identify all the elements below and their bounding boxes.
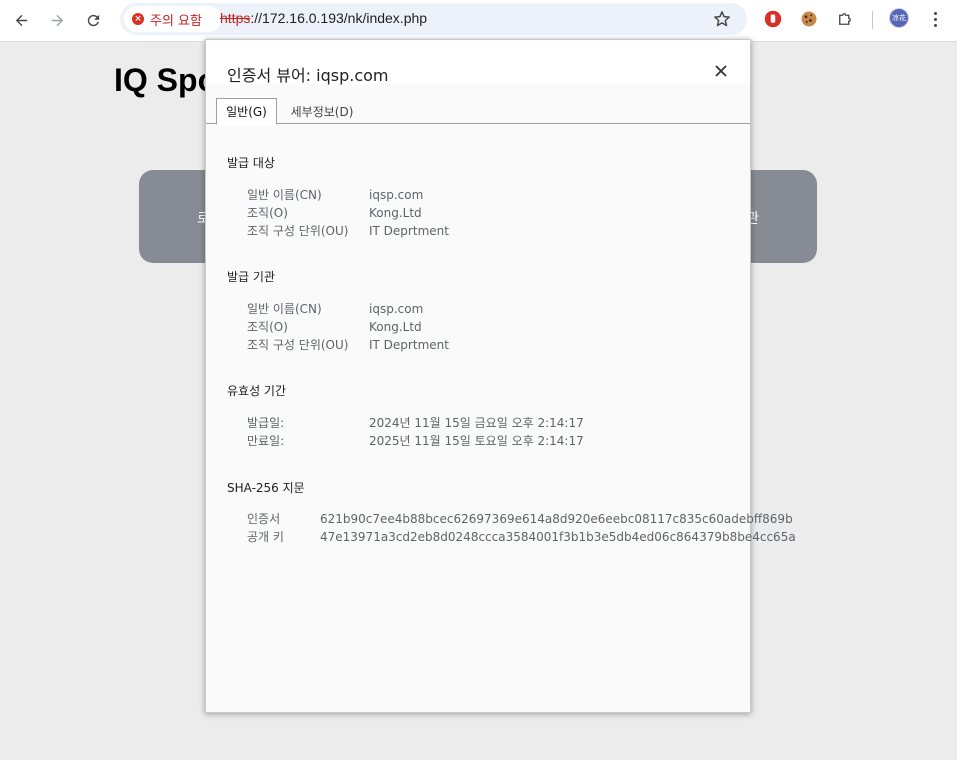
row-value: IT Deprtment [369,338,449,352]
page-title: IQ Spo [114,62,218,98]
toolbar-divider [872,11,873,29]
row-value: iqsp.com [369,188,424,202]
row-value: 2024년 11월 15일 금요일 오후 2:14:17 [369,416,584,430]
tab-general[interactable]: 일반(G) [216,98,277,125]
url-rest: ://172.16.0.193/nk/index.php [250,10,428,26]
close-icon [715,65,727,77]
url-scheme: https [220,10,251,26]
row-value: Kong.Ltd [369,320,422,334]
puzzle-icon[interactable] [835,9,855,29]
validity-heading: 유효성 기간 [227,384,287,398]
forward-icon [51,14,63,26]
issued-by-row: 조직 구성 단위(OU) IT Deprtment [247,336,449,353]
row-value: 621b90c7ee4b88bcec62697369e614a8d920e6ee… [320,512,793,526]
validity-row: 발급일: 2024년 11월 15일 금요일 오후 2:14:17 [247,414,584,431]
issued-to-row: 일반 이름(CN) iqsp.com [247,186,423,203]
stop-hand-icon[interactable] [763,9,783,29]
row-key: 발급일: [247,416,285,430]
address-bar[interactable]: × 주의 요함 https://172.16.0.193/nk/index.ph… [120,3,747,35]
row-value: 47e13971a3cd2eb8d0248ccca3584001f3b1b3e5… [320,530,796,544]
cookie-icon[interactable] [799,9,819,29]
security-chip-label: 주의 요함 [150,13,202,29]
forward-button[interactable] [42,5,72,35]
issued-to-row: 조직(O) Kong.Ltd [247,204,422,221]
issued-by-row: 일반 이름(CN) iqsp.com [247,300,423,317]
row-value: Kong.Ltd [369,206,422,220]
security-chip[interactable]: × 주의 요함 [124,6,222,32]
issued-to-heading: 발급 대상 [227,156,275,170]
fingerprint-row: 공개 키 47e13971a3cd2eb8d0248ccca3584001f3b1… [247,528,796,545]
certificate-viewer-dialog: 인증서 뷰어: iqsp.com 일반(G) 세부정보(D) 발급 대상 일반 … [205,39,796,713]
row-value: iqsp.com [369,302,424,316]
url-text[interactable]: https://172.16.0.193/nk/index.php [220,10,427,26]
kebab-menu-icon[interactable] [925,8,945,30]
row-key: 조직 구성 단위(OU) [247,224,349,238]
dialog-title: 인증서 뷰어: iqsp.com [227,66,389,85]
row-key: 만료일: [247,434,285,448]
validity-row: 만료일: 2025년 11월 15일 토요일 오후 2:14:17 [247,432,584,449]
row-key: 일반 이름(CN) [247,302,322,316]
fingerprint-row: 인증서 621b90c7ee4b88bcec62697369e614a8d920e… [247,510,793,527]
issued-by-heading: 발급 기관 [227,270,275,284]
fingerprint-heading: SHA-256 지문 [227,481,305,495]
row-value: IT Deprtment [369,224,449,238]
row-key: 조직(O) [247,206,288,220]
row-key: 인증서 [247,512,281,526]
row-key: 조직 구성 단위(OU) [247,338,349,352]
tab-details[interactable]: 세부정보(D) [286,98,358,124]
row-key: 조직(O) [247,320,288,334]
row-value: 2025년 11월 15일 토요일 오후 2:14:17 [369,434,584,448]
warning-icon: × [132,13,144,25]
profile-avatar[interactable]: 凉花 [889,8,909,28]
back-icon [15,14,27,26]
row-key: 일반 이름(CN) [247,188,322,202]
reload-button[interactable] [78,5,108,35]
reload-icon [87,14,99,26]
row-key: 공개 키 [247,530,284,544]
issued-by-row: 조직(O) Kong.Ltd [247,318,422,335]
tab-strip: 일반(G) 세부정보(D) [206,98,750,125]
browser-toolbar: × 주의 요함 https://172.16.0.193/nk/index.ph… [0,0,957,42]
close-button[interactable] [712,62,730,80]
issued-to-row: 조직 구성 단위(OU) IT Deprtment [247,222,449,239]
star-icon[interactable] [712,9,732,29]
back-button[interactable] [6,5,36,35]
